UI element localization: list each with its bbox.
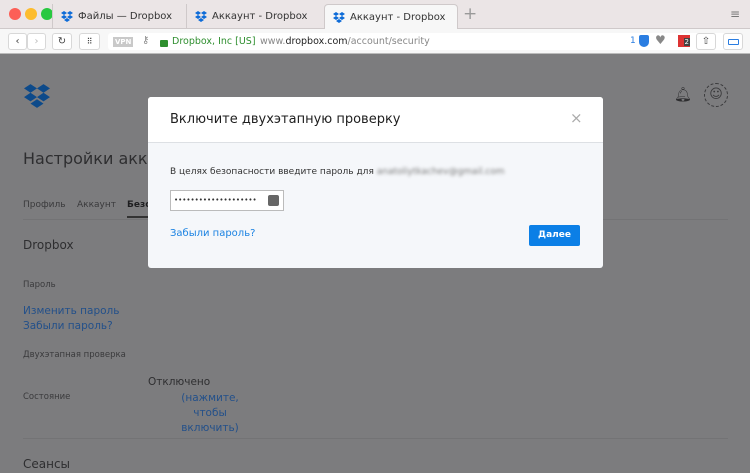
status-label: Состояние <box>23 392 71 402</box>
password-label: Пароль <box>23 280 56 290</box>
tab-bar: Файлы — Dropbox Аккаунт - Dropbox Аккаун… <box>0 0 750 30</box>
grid-icon: ⠿ <box>86 37 93 46</box>
section-sessions: Сеансы <box>23 457 71 471</box>
lock-icon <box>160 40 168 47</box>
enable-two-step-link[interactable]: (нажмите, чтобы включить) <box>170 391 250 436</box>
enable-link-line2: включить) <box>181 422 239 434</box>
dropbox-logo[interactable] <box>24 84 50 108</box>
modal-title: Включите двухэтапную проверку <box>170 112 401 127</box>
modal-forgot-password-link[interactable]: Забыли пароль? <box>170 228 255 239</box>
password-manager-icon[interactable] <box>268 195 279 206</box>
battery-button[interactable] <box>723 33 743 50</box>
tab-account[interactable]: Аккаунт <box>77 200 116 210</box>
close-window-button[interactable] <box>9 8 21 20</box>
modal-header: Включите двухэтапную проверку × <box>148 97 603 143</box>
vpn-badge[interactable]: VPN <box>113 37 134 47</box>
new-tab-button[interactable]: + <box>463 4 477 24</box>
enable-link-line1: (нажмите, чтобы <box>181 392 239 419</box>
close-icon[interactable]: × <box>570 109 583 127</box>
dropbox-icon <box>195 11 207 22</box>
tab-files[interactable]: Файлы — Dropbox <box>52 4 186 29</box>
password-input[interactable]: •••••••••••••••••••• <box>170 190 284 211</box>
back-button[interactable]: ‹ <box>8 33 27 50</box>
password-value: •••••••••••••••••••• <box>174 196 257 204</box>
share-button[interactable]: ⇧ <box>696 33 716 50</box>
share-icon: ⇧ <box>701 36 711 47</box>
dropbox-icon <box>61 11 73 22</box>
key-icon[interactable]: ⚷ <box>142 35 149 46</box>
status-value: Отключено <box>148 376 211 388</box>
tab-menu-icon[interactable]: ≡ <box>730 7 740 21</box>
two-step-label: Двухэтапная проверка <box>23 350 126 360</box>
two-step-modal: Включите двухэтапную проверку × В целях … <box>148 97 603 268</box>
change-password-link[interactable]: Изменить пароль <box>23 305 119 317</box>
next-button[interactable]: Далее <box>529 225 580 246</box>
avatar[interactable]: ☺ <box>704 83 728 107</box>
minimize-window-button[interactable] <box>25 8 37 20</box>
email-blurred: anatoliytkachev@gmail.com <box>376 167 505 177</box>
speed-dial-button[interactable]: ⠿ <box>79 33 100 50</box>
tab-profile[interactable]: Профиль <box>23 200 66 210</box>
section-divider <box>23 438 728 439</box>
forgot-password-link[interactable]: Забыли пароль? <box>23 320 113 332</box>
notifications-bell-icon[interactable]: 🔔︎ <box>674 87 692 103</box>
forward-button[interactable]: › <box>27 33 46 50</box>
shield-icon[interactable] <box>639 35 649 47</box>
url-prefix: www. <box>260 36 286 47</box>
dropbox-icon <box>333 12 345 23</box>
section-dropbox: Dropbox <box>23 238 74 252</box>
reload-icon: ↻ <box>57 36 67 47</box>
battery-icon <box>727 38 739 45</box>
modal-prompt: В целях безопасности введите пароль для … <box>170 167 505 177</box>
tab-label: Аккаунт - Dropbox <box>212 11 308 22</box>
tab-account-active[interactable]: Аккаунт - Dropbox <box>324 4 458 30</box>
tab-account[interactable]: Аккаунт - Dropbox <box>186 4 324 29</box>
tab-label: Файлы — Dropbox <box>78 11 173 22</box>
url-domain: dropbox.com <box>285 36 348 47</box>
site-identity[interactable]: Dropbox, Inc [US] <box>172 36 256 47</box>
reload-button[interactable]: ↻ <box>52 33 72 50</box>
prompt-text: В целях безопасности введите пароль для <box>170 167 374 177</box>
heart-icon[interactable]: ♥ <box>655 33 666 47</box>
extension-count: 2 <box>683 38 690 46</box>
url-text[interactable]: www.dropbox.com/account/security <box>260 36 430 47</box>
toolbar: ‹ › ↻ ⠿ VPN ⚷ Dropbox, Inc [US] www.drop… <box>0 29 750 54</box>
extension-badge[interactable]: 2 <box>678 35 690 47</box>
blocked-count: 1 <box>630 36 636 46</box>
tab-label: Аккаунт - Dropbox <box>350 12 446 23</box>
url-path: /account/security <box>347 36 430 47</box>
